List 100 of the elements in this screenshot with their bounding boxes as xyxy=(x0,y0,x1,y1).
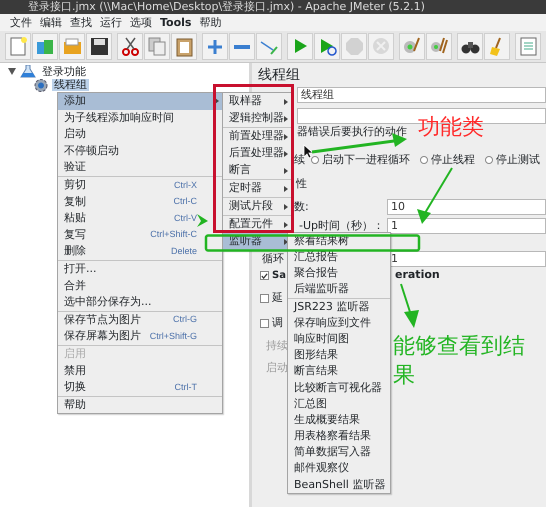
menu-item[interactable]: 汇总报告 xyxy=(288,249,390,266)
form-label: 性 xyxy=(296,176,307,192)
radio-label: 停止线程 xyxy=(431,152,475,168)
menu-item[interactable]: BeanShell 监听器 xyxy=(288,476,390,493)
menu-item[interactable]: Tools xyxy=(160,16,192,30)
checkbox-label: eration xyxy=(395,267,440,284)
menu-item[interactable]: 合并 xyxy=(58,278,222,294)
menu-item[interactable]: 测试片段 xyxy=(223,198,291,215)
menu-item[interactable]: 帮助 xyxy=(199,16,222,30)
submenu-arrow-icon xyxy=(284,150,288,156)
toolbar-button[interactable] xyxy=(5,33,31,60)
scissors-icon xyxy=(120,36,140,57)
menu-item[interactable]: 配置元件 xyxy=(223,216,291,233)
stop-icon xyxy=(344,36,364,57)
submenu-arrow-icon xyxy=(284,222,288,228)
toolbar-button[interactable] xyxy=(117,33,143,60)
menu-item[interactable]: 启动 xyxy=(58,126,222,143)
annotation-arrow xyxy=(417,167,453,224)
menu-item[interactable]: 运行 xyxy=(100,16,122,30)
menu-item[interactable]: 帮助 xyxy=(58,396,222,414)
checkbox[interactable] xyxy=(260,294,269,303)
menu-item[interactable]: 保存节点为图片 Ctrl-G xyxy=(58,312,222,328)
submenu-arrow-icon xyxy=(284,204,288,210)
menu-item[interactable]: 断言 xyxy=(223,162,291,179)
menu-item[interactable]: 文件 xyxy=(10,16,32,30)
checkbox-label: 延 xyxy=(272,291,283,304)
menu-item[interactable]: 断言结果 xyxy=(288,364,390,380)
menu-item[interactable]: 剪切 Ctrl-X xyxy=(58,176,222,194)
menu-item[interactable]: 保存响应到文件 xyxy=(288,314,390,332)
text-field[interactable]: 线程组 xyxy=(297,87,546,103)
menu-item[interactable]: 禁用 xyxy=(58,362,222,380)
menu-item[interactable]: 逻辑控制器 xyxy=(223,110,291,127)
menu-item[interactable]: 选项 xyxy=(130,16,152,30)
shortcut-label: Ctrl-V xyxy=(173,212,197,225)
menu-item[interactable]: 选中部分保存为... xyxy=(58,294,222,311)
menu-item[interactable]: 图形结果 xyxy=(288,347,390,364)
shortcut-label: Ctrl+Shift-G xyxy=(148,330,197,343)
radio-button[interactable] xyxy=(311,156,319,164)
menu-item[interactable]: 定时器 xyxy=(223,180,291,197)
checkbox[interactable] xyxy=(260,319,269,328)
toolbar-button[interactable] xyxy=(314,33,340,60)
menu-item[interactable]: 查找 xyxy=(70,16,92,30)
text-field[interactable]: 10 xyxy=(387,199,546,215)
menu-item[interactable]: 生成概要结果 xyxy=(288,412,390,428)
menu-item[interactable]: 添加 xyxy=(58,93,222,110)
toolbar-button[interactable] xyxy=(171,33,197,60)
annotation-label: 能够查看到结果 xyxy=(393,333,526,390)
menu-item[interactable]: 打开... xyxy=(58,260,222,278)
plus-icon xyxy=(207,38,223,54)
panel-title: 线程组 xyxy=(258,66,300,85)
menu-item[interactable]: 保存屏幕为图片 Ctrl+Shift-G xyxy=(58,328,222,345)
menu-item[interactable]: 邮件观察仪 xyxy=(288,460,390,477)
gear-icon xyxy=(34,78,48,92)
form-label: 启动 xyxy=(266,360,288,376)
form-label: 循环 xyxy=(262,252,284,265)
shortcut-label: Ctrl-T xyxy=(174,380,197,394)
menu-item[interactable]: 为子线程添加响应时间 xyxy=(58,110,222,126)
menu-item[interactable]: 复制 Ctrl-C xyxy=(58,194,222,210)
shortcut-label: Delete xyxy=(170,244,197,258)
submenu-arrow-icon xyxy=(215,98,219,104)
menu-item[interactable]: 后置处理器 xyxy=(223,145,291,162)
tree-item[interactable]: 登录功能 xyxy=(40,66,88,78)
new-file-icon xyxy=(8,36,28,57)
menu-item[interactable]: JSR223 监听器 xyxy=(288,298,390,315)
submenu-arrow-icon xyxy=(284,134,288,140)
radio-label: 启动下一进程循环 xyxy=(322,152,410,168)
form-label: 数: xyxy=(294,200,309,213)
submenu-arrow-icon xyxy=(284,186,288,192)
minus-icon xyxy=(234,44,250,48)
submenu-arrow-icon xyxy=(284,116,288,122)
toolbar-button[interactable] xyxy=(515,33,541,60)
menu-item[interactable]: 聚合报告 xyxy=(288,265,390,282)
menu-item[interactable]: 切换 Ctrl-T xyxy=(58,379,222,396)
menu-item[interactable]: 汇总图 xyxy=(288,396,390,412)
annotation-arrow xyxy=(197,214,208,227)
text-field[interactable]: 1 xyxy=(387,218,546,234)
menu-item[interactable]: 编辑 xyxy=(40,16,62,30)
menu-item[interactable]: 响应时间图 xyxy=(288,331,390,348)
menu-item[interactable]: 后端监听器 xyxy=(288,282,390,298)
annotation-label: 功能类 xyxy=(418,114,485,142)
menu-item[interactable]: 复写 Ctrl+Shift-C xyxy=(58,226,222,244)
open-folder-icon xyxy=(62,36,82,57)
toolbar-button[interactable] xyxy=(86,33,112,60)
menu-item[interactable]: 验证 xyxy=(58,159,222,176)
menu-item[interactable]: 用表格察看结果 xyxy=(288,428,390,444)
menu-item[interactable]: 不停顿启动 xyxy=(58,142,222,160)
checkbox-label: Sa xyxy=(272,270,286,282)
menu-item[interactable]: 粘贴 Ctrl-V xyxy=(58,210,222,227)
radio-button[interactable] xyxy=(485,156,493,164)
menu-item[interactable]: 简单数据写入器 xyxy=(288,444,390,461)
menu-item[interactable]: 比较断言可视化器 xyxy=(288,380,390,396)
toolbar-button[interactable] xyxy=(457,33,483,60)
copy-icon xyxy=(146,36,168,57)
checkbox[interactable] xyxy=(260,271,269,280)
tree-item[interactable]: 线程组 xyxy=(52,79,89,92)
menu-item[interactable]: 前置处理器 xyxy=(223,128,291,145)
menu-item[interactable]: 删除 Delete xyxy=(58,243,222,260)
radio-button[interactable] xyxy=(420,156,428,164)
menu-item[interactable]: 取样器 xyxy=(223,93,291,110)
expander-icon[interactable] xyxy=(8,68,16,76)
